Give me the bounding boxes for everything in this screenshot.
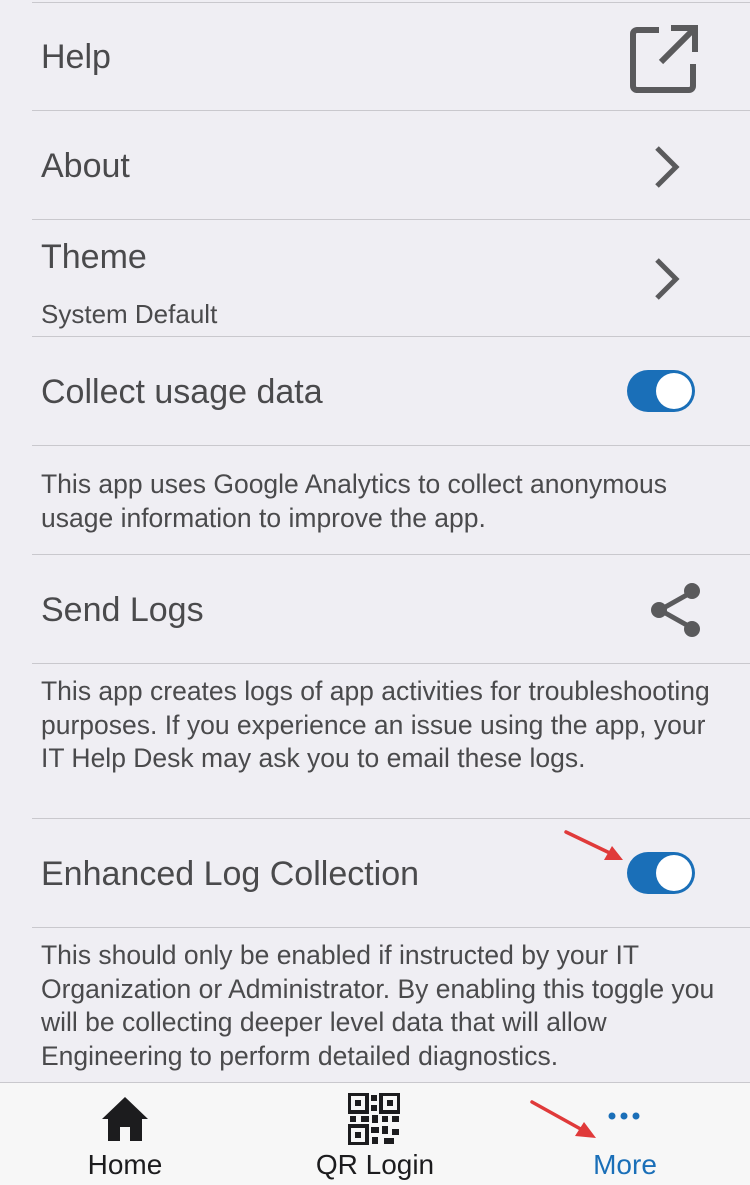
tab-bar: Home QR Login More	[0, 1082, 750, 1185]
collect-usage-row: Collect usage data	[32, 337, 750, 446]
tab-more-label: More	[593, 1149, 657, 1180]
home-icon	[102, 1097, 148, 1141]
chevron-right-icon	[652, 145, 682, 194]
theme-row[interactable]: Theme System Default	[32, 220, 750, 337]
help-row[interactable]: Help	[32, 2, 750, 111]
about-row[interactable]: About	[32, 111, 750, 220]
tab-qr-login-label: QR Login	[315, 1149, 435, 1180]
collect-usage-label: Collect usage data	[41, 373, 323, 411]
tab-home-label: Home	[87, 1149, 163, 1180]
send-logs-description: This app creates logs of app activities …	[41, 676, 710, 773]
collect-usage-description-row: This app uses Google Analytics to collec…	[32, 446, 750, 555]
tab-home[interactable]: Home	[0, 1083, 250, 1185]
collect-usage-description: This app uses Google Analytics to collec…	[41, 469, 668, 533]
enhanced-log-toggle[interactable]	[627, 852, 695, 894]
share-icon[interactable]	[648, 582, 704, 643]
enhanced-log-row: Enhanced Log Collection	[32, 819, 750, 928]
send-logs-description-row: This app creates logs of app activities …	[32, 664, 750, 819]
toggle-knob	[656, 373, 692, 409]
about-label: About	[41, 147, 130, 185]
collect-usage-toggle[interactable]	[627, 370, 695, 412]
enhanced-log-description: This should only be enabled if instructe…	[41, 940, 715, 1071]
toggle-knob	[656, 855, 692, 891]
tab-more[interactable]: More	[500, 1083, 750, 1185]
open-external-icon[interactable]	[629, 24, 699, 99]
chevron-right-icon	[652, 257, 682, 306]
theme-value: System Default	[41, 299, 218, 329]
tab-qr-login[interactable]: QR Login	[250, 1083, 500, 1185]
more-dots-icon	[608, 1112, 640, 1120]
enhanced-log-description-row: This should only be enabled if instructe…	[32, 928, 750, 1082]
help-label: Help	[41, 38, 111, 76]
send-logs-label: Send Logs	[41, 591, 204, 629]
qr-code-icon	[348, 1093, 400, 1145]
enhanced-log-label: Enhanced Log Collection	[41, 855, 420, 893]
send-logs-row[interactable]: Send Logs	[32, 555, 750, 664]
theme-label: Theme	[41, 238, 147, 276]
